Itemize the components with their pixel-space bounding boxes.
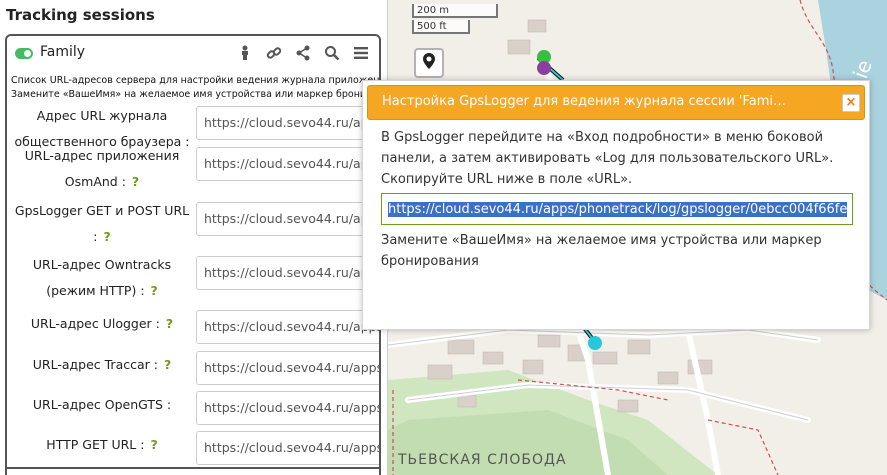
url-label-http-get: HTTP GET URL : — [46, 437, 145, 452]
url-label-gpslogger: GpsLogger GET и POST URL : — [14, 203, 190, 244]
link-icon[interactable] — [264, 44, 284, 62]
sidebar: Tracking sessions Family Список URL-адре… — [0, 0, 388, 475]
session-divider — [7, 467, 379, 469]
url-input-traccar[interactable]: https://cloud.sevo44.ru/apps/phonetrack/ — [196, 351, 379, 385]
gpslogger-dialog: Настройка GpsLogger для ведения журнала … — [362, 80, 870, 330]
url-input-owntracks[interactable]: https://cloud.sevo44.ru/apps/phonetrack/ — [196, 256, 379, 290]
session-actions — [235, 44, 371, 62]
dialog-note: Замените «ВашеИмя» на желаемое имя устро… — [381, 233, 822, 269]
dialog-instructions: В GpsLogger перейдите на «Вход подробнос… — [381, 130, 834, 187]
url-input-gpslogger[interactable]: https://cloud.sevo44.ru/apps/phonetrack/ — [196, 202, 379, 236]
url-label-opengts: URL-адрес OpenGTS : — [32, 397, 172, 412]
dialog-title: Настройка GpsLogger для ведения журнала … — [382, 94, 787, 109]
share-icon[interactable] — [293, 44, 313, 62]
map-marker-icon — [422, 52, 436, 74]
person-icon[interactable] — [235, 44, 255, 62]
close-button[interactable]: × — [842, 94, 860, 112]
url-label-traccar: URL-адрес Traccar : — [32, 357, 158, 372]
dialog-url-field[interactable]: https://cloud.sevo44.ru/apps/phonetrack/… — [381, 193, 853, 225]
help-icon[interactable]: ? — [166, 316, 173, 331]
url-input-http-get[interactable]: https://cloud.sevo44.ru/apps/phonetrack/ — [196, 431, 379, 465]
map-place-label: ТЬЕВСКАЯ СЛОБОДА — [398, 452, 567, 468]
menu-icon[interactable] — [351, 44, 371, 62]
session-card: Family Список URL-адресов сервера для на… — [5, 34, 381, 475]
session-header: Family — [7, 36, 379, 70]
help-icon[interactable]: ? — [151, 283, 158, 298]
help-icon[interactable]: ? — [150, 437, 157, 452]
url-input-public-browser[interactable]: https://cloud.sevo44.ru/apps/phonetrack/ — [196, 106, 379, 140]
info-line-2: Замените «ВашеИмя» на желаемое имя устро… — [11, 89, 381, 100]
url-input-osmand[interactable]: https://cloud.sevo44.ru/apps/phonetrack/ — [196, 147, 379, 181]
url-input-opengts[interactable]: https://cloud.sevo44.ru/apps/phonetrack/ — [196, 391, 379, 425]
dialog-header[interactable]: Настройка GpsLogger для ведения журнала … — [367, 85, 865, 120]
help-icon[interactable]: ? — [132, 174, 139, 189]
locate-button[interactable] — [414, 48, 444, 78]
help-icon[interactable]: ? — [164, 357, 171, 372]
close-icon: × — [845, 95, 857, 110]
help-icon[interactable]: ? — [103, 229, 110, 244]
scale-feet: 500 ft — [412, 20, 470, 34]
url-label-ulogger: URL-адрес Ulogger : — [30, 316, 160, 331]
session-toggle[interactable] — [15, 48, 33, 59]
info-line-1: Список URL-адресов сервера для настройки… — [11, 75, 381, 86]
dialog-url-text[interactable]: https://cloud.sevo44.ru/apps/phonetrack/… — [388, 202, 848, 217]
sidebar-title: Tracking sessions — [6, 6, 155, 24]
url-label-osmand: URL-адрес приложения OsmAnd : — [24, 148, 180, 189]
session-name[interactable]: Family — [40, 44, 85, 60]
session-info: Список URL-адресов сервера для настройки… — [11, 74, 381, 102]
scale-meters: 200 m — [412, 4, 498, 18]
search-icon[interactable] — [322, 44, 342, 62]
url-input-ulogger[interactable]: https://cloud.sevo44.ru/apps/phonetrack/ — [196, 310, 379, 344]
map-scale: 200 m 500 ft — [412, 4, 498, 36]
